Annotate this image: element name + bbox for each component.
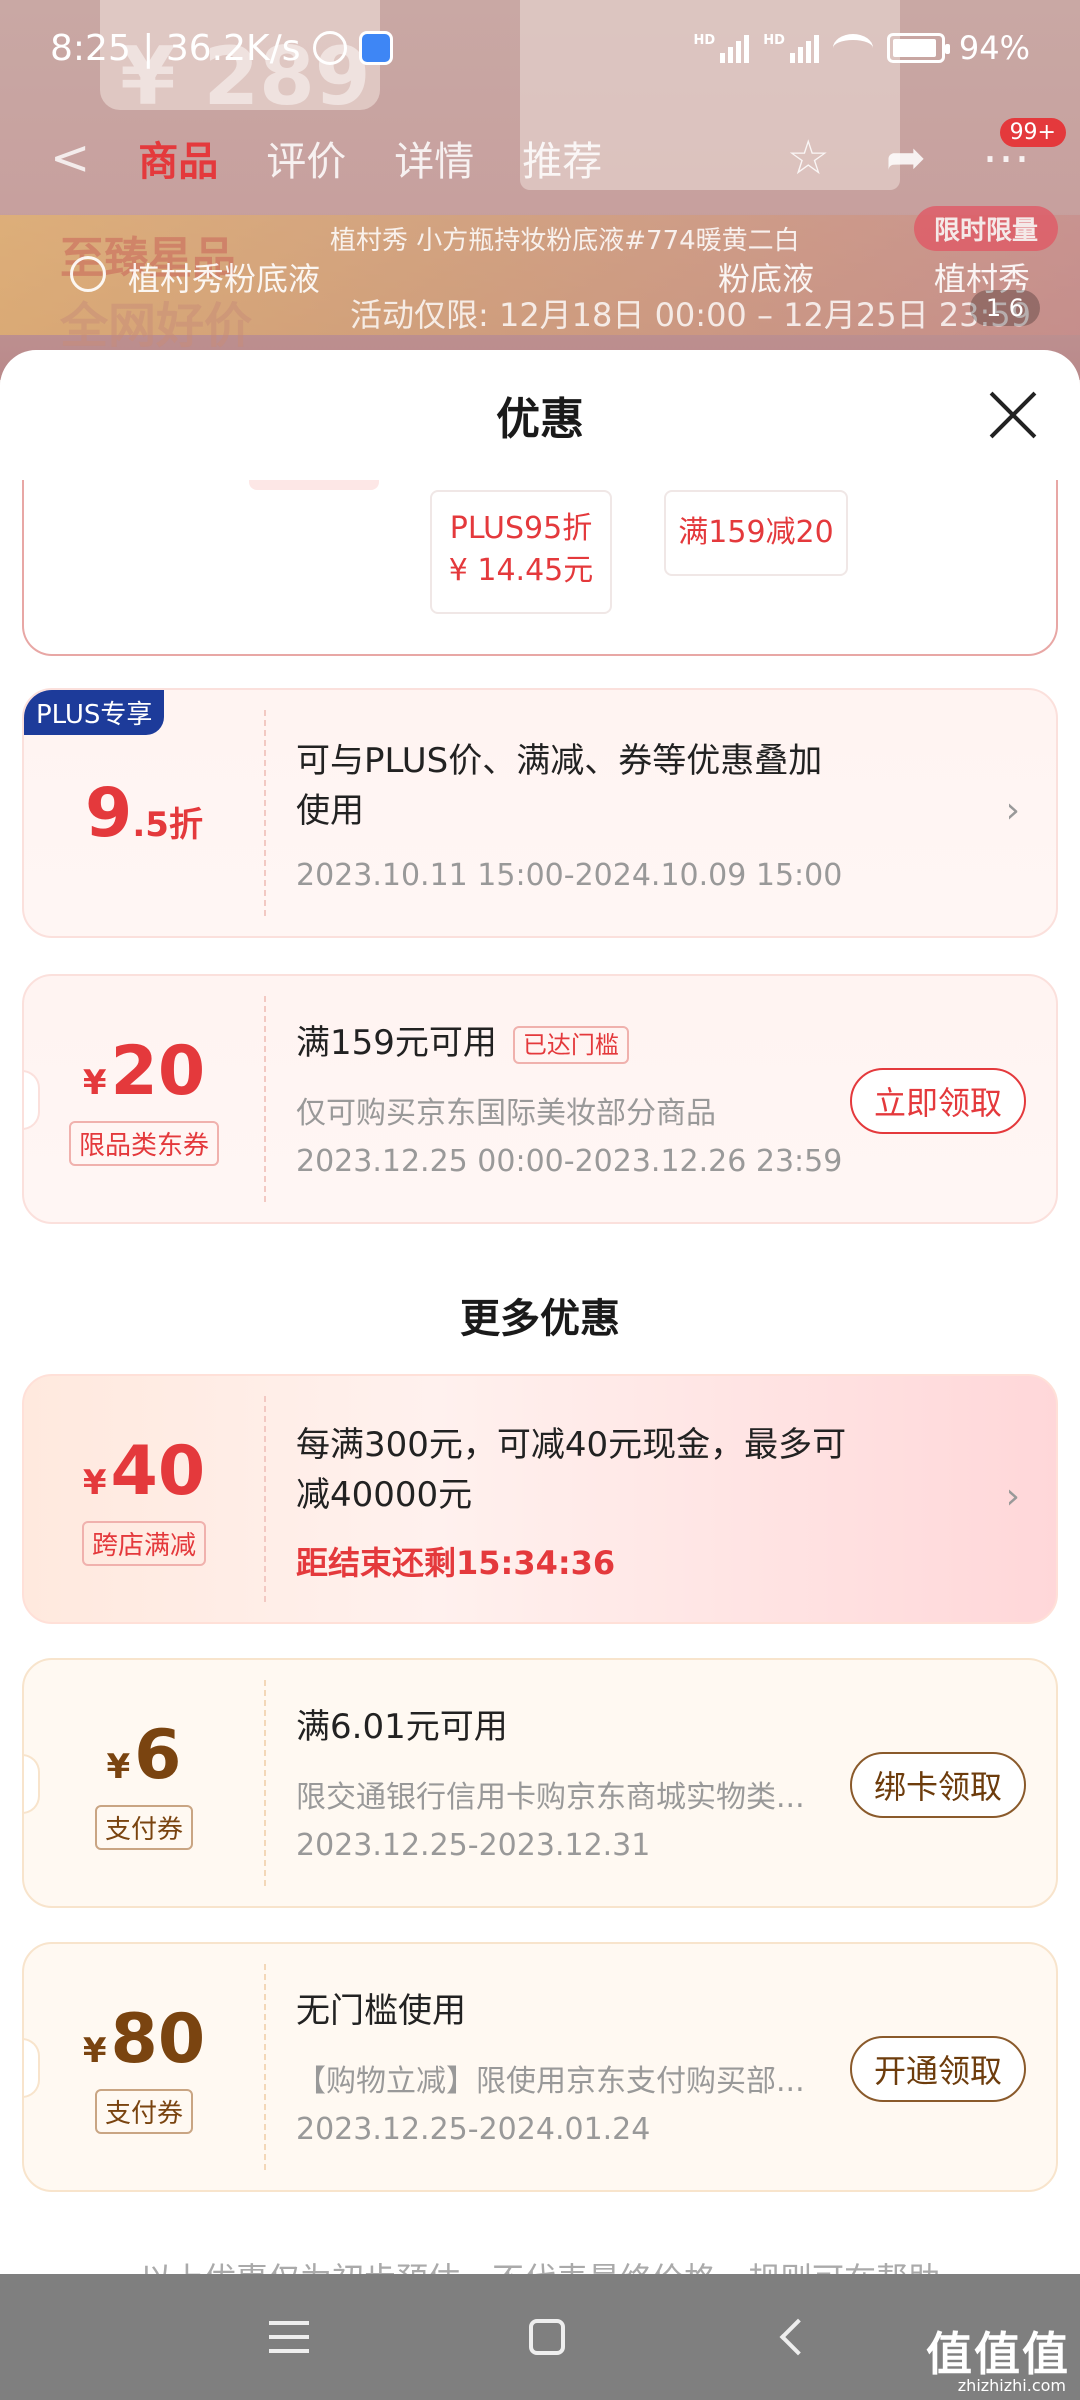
currency-symbol: ¥ [82, 1463, 107, 1503]
payment-number: 80 [110, 2000, 206, 2079]
payment-coupon-card: ¥ 80 支付券 无门槛使用 【购物立减】限使用京东支付购买部... 2023.… [22, 1942, 1058, 2192]
back-icon[interactable] [779, 2318, 817, 2356]
option-value: ¥ 14.45元 [448, 553, 594, 588]
home-icon[interactable] [529, 2319, 565, 2355]
watermark: 值值值 [926, 2327, 1070, 2381]
cross-number: 40 [110, 1432, 206, 1511]
product-name: 植村秀 小方瓶持妆粉底液#774暖黄二白 [330, 226, 800, 256]
payment-scope: 【购物立减】限使用京东支付购买部... [296, 2064, 805, 2099]
option-label: PLUS95折 [449, 511, 593, 546]
system-navigation-bar [0, 2274, 1080, 2400]
currency-symbol: ¥ [82, 1063, 107, 1103]
cross-amount: ¥ 40 [83, 1432, 205, 1511]
alarm-icon [312, 31, 347, 65]
share-icon[interactable]: ➦ [886, 130, 926, 186]
app-notification-icon [358, 31, 393, 65]
limit-tag: 限时限量 [913, 206, 1058, 251]
dashed-divider [264, 1680, 266, 1886]
tab-reviews[interactable]: 评价 [266, 129, 346, 187]
star-icon[interactable]: ☆ [787, 130, 830, 186]
wifi-icon [832, 34, 873, 62]
signal-icon: HD [763, 33, 819, 63]
price-breakdown-card: PLUS95折 ¥ 14.45元 满159减20 [22, 480, 1058, 656]
payment-amount: ¥ 80 [83, 2000, 205, 2079]
payment-condition: 满6.01元可用 [296, 1707, 508, 1747]
search-query[interactable]: 植村秀粉底液 [128, 254, 320, 300]
plus-desc-line2: 使用 [296, 791, 364, 831]
sheet-title: 优惠 [496, 394, 584, 445]
plus-desc-line1: 可与PLUS价、满减、券等优惠叠加 [296, 741, 823, 781]
cross-desc-line2: 减40000元 [296, 1475, 473, 1515]
discount-suffix: .5折 [132, 804, 203, 845]
payment-type-tag: 支付券 [94, 1805, 193, 1850]
menu-icon[interactable] [269, 2321, 309, 2353]
payment-coupon-card: ¥ 6 支付券 满6.01元可用 限交通银行信用卡购京东商城实物类... 202… [22, 1658, 1058, 1908]
payment-period: 2023.12.25-2023.12.31 [296, 1828, 651, 1863]
sheet-header: 优惠 [0, 350, 1080, 480]
coupon-number: 20 [110, 1032, 206, 1111]
countdown: 距结束还剩15:34:36 [296, 1544, 616, 1582]
close-icon[interactable] [988, 390, 1038, 440]
tab-recommend[interactable]: 推荐 [522, 129, 602, 187]
image-counter: 1 6 [969, 290, 1040, 326]
coupon-card: ¥ 20 限品类东券 满159元可用 已达门槛 仅可购买京东国际美妆部分商品 20… [22, 974, 1058, 1224]
battery-icon [886, 33, 950, 63]
plus-discount-option: PLUS95折 ¥ 14.45元 [430, 490, 612, 614]
plus-period: 2023.10.11 15:00-2024.10.09 15:00 [296, 858, 843, 893]
more-offers-title: 更多优惠 [460, 1296, 620, 1342]
payment-number: 6 [134, 1716, 182, 1795]
payment-condition: 无门槛使用 [296, 1991, 466, 2031]
payment-amount: ¥ 6 [107, 1716, 182, 1795]
option-stub [249, 480, 379, 490]
coupon-condition: 满159元可用 [296, 1023, 497, 1063]
currency-symbol: ¥ [82, 2031, 107, 2071]
reached-threshold-tag: 已达门槛 [512, 1025, 629, 1064]
status-time: 8:25 | 36.2K/s [50, 27, 301, 69]
discount-number: 9 [85, 773, 133, 853]
bind-card-button[interactable]: 绑卡领取 [849, 1752, 1026, 1818]
chevron-right-icon[interactable]: › [1006, 790, 1020, 831]
dashed-divider [264, 1396, 266, 1602]
coupon-type-tag: 限品类东券 [68, 1121, 219, 1166]
activate-claim-button[interactable]: 开通领取 [849, 2036, 1026, 2102]
back-icon[interactable]: < [50, 130, 90, 186]
activity-period: 活动仅限: 12月18日 00:00 – 12月25日 23:59 [350, 296, 1031, 334]
dashed-divider [264, 710, 266, 916]
payment-scope: 限交通银行信用卡购京东商城实物类... [296, 1780, 805, 1815]
coupon-scope: 仅可购买京东国际美妆部分商品 [296, 1096, 716, 1131]
coupon-condition-line: 满159元可用 已达门槛 [296, 1018, 629, 1068]
message-badge: 99+ [999, 118, 1066, 147]
plus-discount-card[interactable]: PLUS专享 9 .5折 可与PLUS价、满减、券等优惠叠加 使用 2023.1… [22, 688, 1058, 938]
cross-type-tag: 跨店满减 [81, 1521, 206, 1566]
tab-details[interactable]: 详情 [394, 129, 474, 187]
full-reduction-option: 满159减20 [664, 490, 848, 576]
tab-product[interactable]: 商品 [138, 129, 218, 187]
search-icon[interactable] [70, 256, 106, 292]
status-bar: 8:25 | 36.2K/s HD HD 94% [0, 0, 1080, 96]
product-navbar: < 商品 评价 详情 推荐 ☆ ➦ ⋯ [0, 118, 1080, 198]
cross-store-card[interactable]: ¥ 40 跨店满减 每满300元，可减40元现金，最多可 减40000元 距结束… [22, 1374, 1058, 1624]
cross-desc-line1: 每满300元，可减40元现金，最多可 [296, 1425, 847, 1465]
discount-sheet: 优惠 PLUS95折 ¥ 14.45元 满159减20 PLUS专享 9 .5折… [0, 350, 1080, 2400]
discount-amount: 9 .5折 [85, 774, 203, 853]
coupon-amount: ¥ 20 [83, 1032, 205, 1111]
option-label: 满159减20 [678, 515, 834, 550]
signal-icon: HD [694, 33, 750, 63]
chevron-right-icon[interactable]: › [1006, 1476, 1020, 1517]
battery-percent: 94% [958, 29, 1030, 67]
currency-symbol: ¥ [106, 1747, 131, 1787]
payment-type-tag: 支付券 [94, 2089, 193, 2134]
dashed-divider [264, 1964, 266, 2170]
coupon-period: 2023.12.25 00:00-2023.12.26 23:59 [296, 1144, 843, 1179]
payment-period: 2023.12.25-2024.01.24 [296, 2112, 651, 2147]
dashed-divider [264, 996, 266, 1202]
claim-now-button[interactable]: 立即领取 [849, 1068, 1026, 1134]
watermark-url: zhizhizhi.com [957, 2376, 1066, 2395]
